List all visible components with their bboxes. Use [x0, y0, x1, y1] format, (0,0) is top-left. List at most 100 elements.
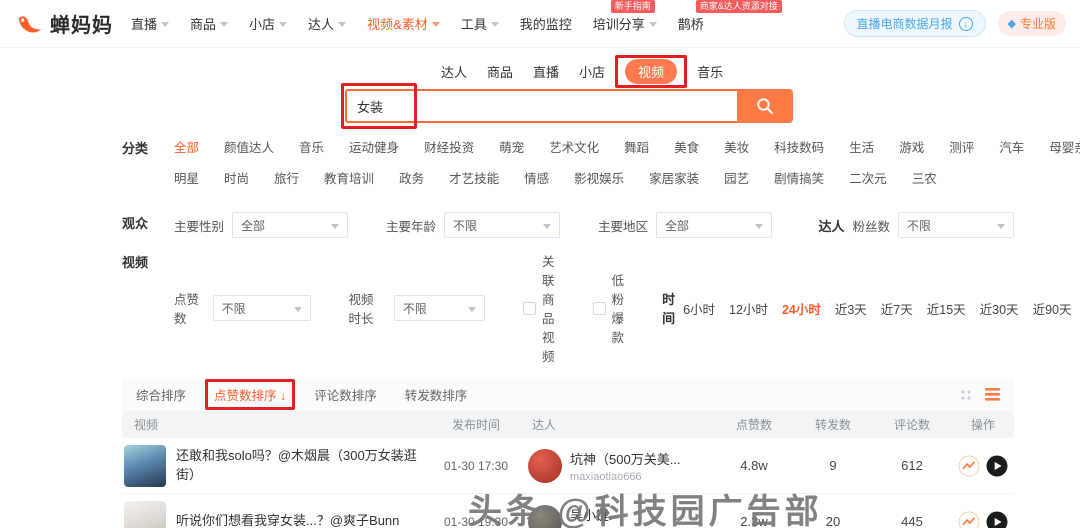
category-chip[interactable]: 才艺技能 — [449, 168, 499, 187]
duration-select[interactable]: 不限 — [393, 295, 486, 321]
time-option-7d[interactable]: 近7天 — [881, 299, 913, 318]
category-chip[interactable]: 美妆 — [724, 137, 749, 156]
category-chip[interactable]: 明星 — [174, 168, 199, 187]
nav-item-tools[interactable]: 工具 — [461, 14, 499, 33]
nav-item-shop[interactable]: 小店 — [249, 14, 288, 33]
sort-tab-overall[interactable]: 综合排序 — [136, 385, 186, 404]
search-input[interactable] — [347, 98, 737, 114]
tab-product[interactable]: 商品 — [487, 62, 513, 81]
time-option-90d[interactable]: 近90天 — [1033, 299, 1072, 318]
video-filter-row: 视频 点赞数 不限 视频时长 不限 关联商品视频 低粉爆款 时间 6小时 12小… — [122, 251, 1071, 365]
category-chip[interactable]: 生活 — [849, 137, 874, 156]
search-input-wrap — [341, 83, 737, 129]
trend-chart-icon[interactable] — [958, 511, 980, 528]
category-chip[interactable]: 汽车 — [999, 137, 1024, 156]
nav-item-training[interactable]: 新手指南 培训分享 — [593, 0, 657, 33]
fans-select[interactable]: 不限 — [898, 212, 1014, 238]
checkbox-icon — [592, 301, 606, 315]
tab-music[interactable]: 音乐 — [697, 62, 723, 81]
category-chip-all[interactable]: 全部 — [174, 137, 199, 156]
tab-video-active[interactable]: 视频 — [615, 54, 688, 88]
daren-name[interactable]: 坑神（500万关美... — [570, 452, 681, 467]
time-option-24h[interactable]: 24小时 — [782, 299, 821, 318]
play-video-icon[interactable] — [986, 511, 1008, 528]
chevron-down-icon — [279, 22, 288, 27]
chevron-down-icon — [331, 223, 340, 229]
category-chip[interactable]: 三农 — [912, 168, 937, 187]
category-chip[interactable]: 财经投资 — [424, 137, 474, 156]
search-section: 达人 商品 直播 小店 视频 音乐 — [341, 54, 793, 129]
tab-daren[interactable]: 达人 — [441, 62, 467, 81]
video-thumbnail[interactable] — [124, 444, 166, 487]
video-thumbnail[interactable] — [124, 500, 166, 528]
tab-live[interactable]: 直播 — [533, 62, 559, 81]
comments-count: 612 — [901, 458, 923, 473]
download-icon: ↓ — [958, 16, 973, 31]
time-option-15d[interactable]: 近15天 — [927, 299, 966, 318]
category-chip[interactable]: 园艺 — [724, 168, 749, 187]
category-chip[interactable]: 音乐 — [299, 137, 324, 156]
search-bar — [341, 83, 793, 129]
monthly-report-button[interactable]: 直播电商数据月报 ↓ — [843, 10, 986, 37]
gender-select[interactable]: 全部 — [232, 212, 349, 238]
time-option-30d[interactable]: 近30天 — [980, 299, 1019, 318]
checkbox-low-fans-hit[interactable]: 低粉爆款 — [592, 270, 624, 346]
sort-tab-shares[interactable]: 转发数排序 — [405, 385, 468, 404]
top-right-actions: 直播电商数据月报 ↓ ◆ 专业版 — [843, 10, 1066, 37]
sort-tab-comments[interactable]: 评论数排序 — [314, 385, 377, 404]
category-chip[interactable]: 萌宠 — [499, 137, 524, 156]
nav-item-live[interactable]: 直播 — [131, 14, 170, 33]
tab-shop[interactable]: 小店 — [579, 62, 605, 81]
video-title[interactable]: 听说你们想看我穿女装...？@爽子Bunn — [176, 512, 399, 528]
category-chip[interactable]: 政务 — [399, 168, 424, 187]
category-chip[interactable]: 科技数码 — [774, 137, 824, 156]
play-video-icon[interactable] — [986, 455, 1008, 477]
chevron-down-icon — [543, 223, 552, 229]
grid-view-icon[interactable] — [959, 388, 973, 402]
nav-item-queqiao[interactable]: 商家&达人资源对接 鹊桥 — [678, 0, 782, 33]
region-select[interactable]: 全部 — [656, 212, 773, 238]
pro-plan-badge[interactable]: ◆ 专业版 — [997, 11, 1066, 36]
category-chip[interactable]: 时尚 — [224, 168, 249, 187]
time-option-3d[interactable]: 近3天 — [835, 299, 867, 318]
nav-item-my-monitor[interactable]: 我的监控 — [520, 14, 572, 33]
category-chip[interactable]: 旅行 — [274, 168, 299, 187]
table-header-row: 视频 发布时间 达人 点赞数 转发数 评论数 操作 — [122, 411, 1014, 438]
category-chip[interactable]: 家居家装 — [649, 168, 699, 187]
likes-select[interactable]: 不限 — [212, 295, 311, 321]
video-title[interactable]: 还敢和我solo吗？@木烟晨（300万女装逛街） — [176, 447, 424, 485]
chevron-down-icon — [161, 22, 170, 27]
category-chip[interactable]: 剧情搞笑 — [774, 168, 824, 187]
category-chip[interactable]: 游戏 — [899, 137, 924, 156]
category-chip[interactable]: 情感 — [524, 168, 549, 187]
category-chip[interactable]: 运动健身 — [349, 137, 399, 156]
category-chip[interactable]: 艺术文化 — [549, 137, 599, 156]
sort-bar: 综合排序 点赞数排序 ↓ 评论数排序 转发数排序 — [122, 378, 1014, 411]
category-chip[interactable]: 影视娱乐 — [574, 168, 624, 187]
category-chip[interactable]: 美食 — [674, 137, 699, 156]
search-type-tabs: 达人 商品 直播 小店 视频 音乐 — [345, 54, 793, 88]
checkbox-linked-product[interactable]: 关联商品视频 — [523, 251, 555, 365]
category-filter-row: 分类 全部 颜值达人 音乐 运动健身 财经投资 萌宠 艺术文化 舞蹈 美食 美妆… — [122, 137, 1080, 199]
nav-item-video-material[interactable]: 视频&素材 — [367, 14, 440, 33]
nav-item-daren[interactable]: 达人 — [308, 14, 347, 33]
time-option-6h[interactable]: 6小时 — [683, 299, 715, 318]
category-chip[interactable]: 母婴亲子 — [1049, 137, 1080, 156]
category-label: 分类 — [122, 141, 149, 156]
time-option-12h[interactable]: 12小时 — [729, 299, 768, 318]
category-chip[interactable]: 舞蹈 — [624, 137, 649, 156]
category-chip[interactable]: 测评 — [949, 137, 974, 156]
category-chip[interactable]: 颜值达人 — [224, 137, 274, 156]
category-chip[interactable]: 二次元 — [849, 168, 887, 187]
duration-filter: 视频时长 不限 — [349, 289, 486, 327]
category-chip[interactable]: 教育培训 — [324, 168, 374, 187]
trend-chart-icon[interactable] — [958, 455, 980, 477]
age-select[interactable]: 不限 — [444, 212, 561, 238]
avatar[interactable] — [528, 448, 562, 483]
nav-item-product[interactable]: 商品 — [190, 14, 229, 33]
publish-time: 01-30 17:30 — [443, 458, 509, 473]
list-view-icon[interactable] — [985, 388, 1000, 401]
brand-logo[interactable]: 蝉妈妈 — [14, 9, 113, 38]
sort-tab-likes[interactable]: 点赞数排序 ↓ — [205, 379, 296, 410]
search-button[interactable] — [737, 89, 793, 123]
